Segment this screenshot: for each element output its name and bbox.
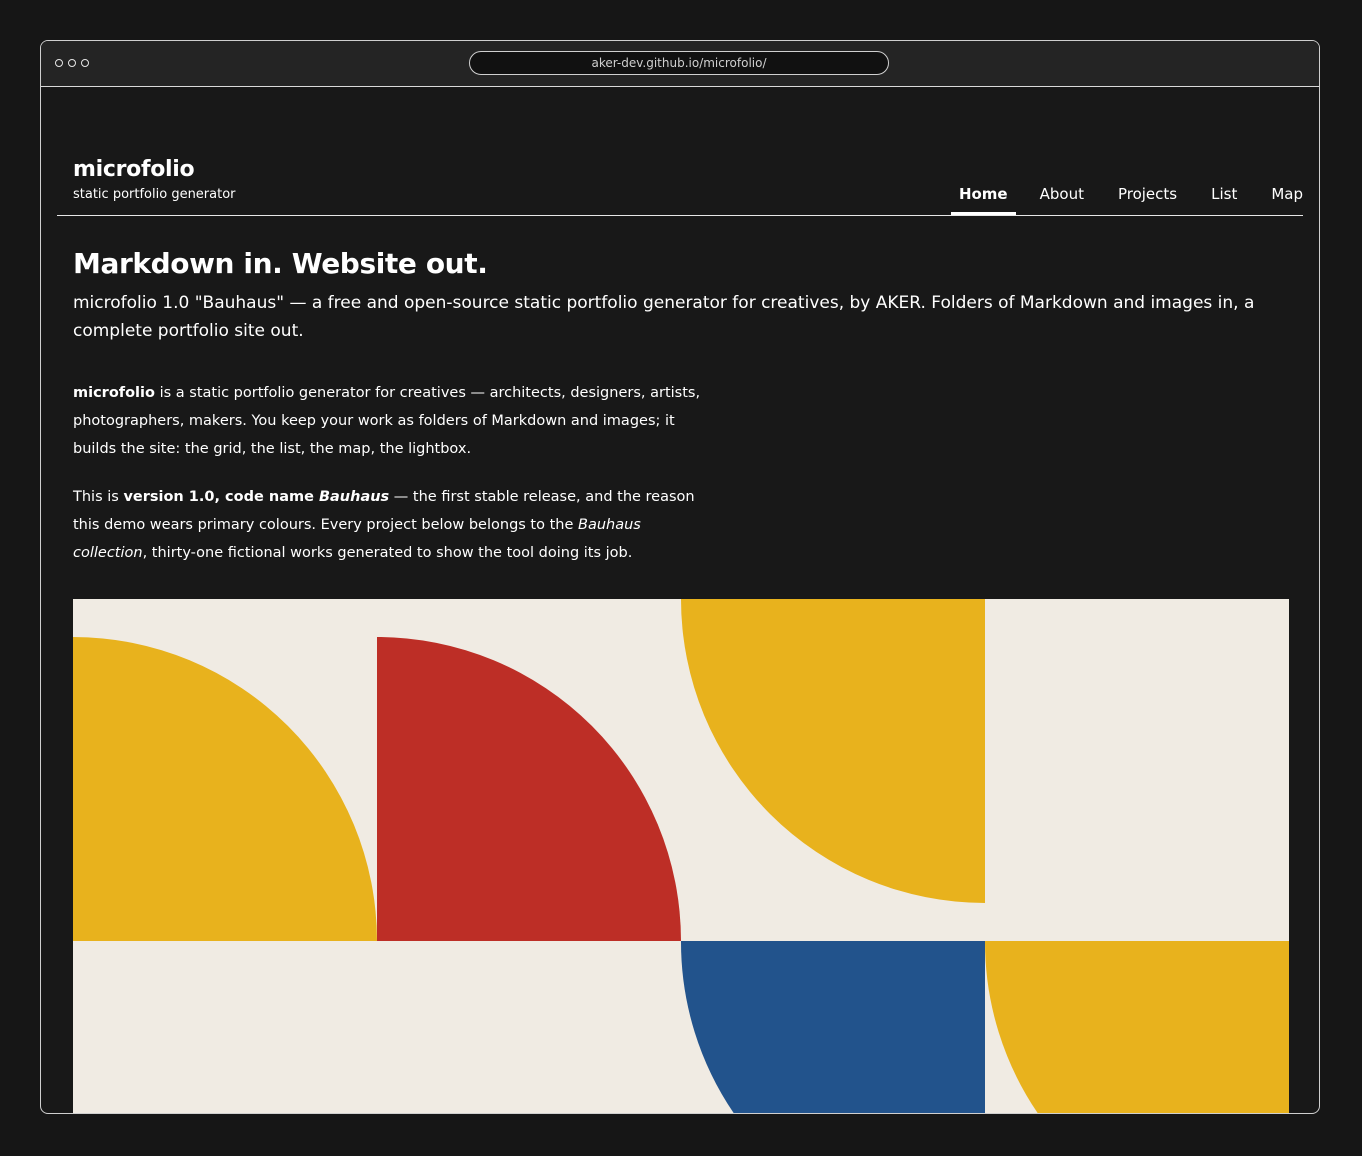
nav-item-projects[interactable]: Projects bbox=[1101, 179, 1194, 215]
intro-text-1: is a static portfolio generator for crea… bbox=[73, 385, 701, 457]
address-bar[interactable]: aker-dev.github.io/microfolio/ bbox=[469, 51, 889, 75]
site-header: microfolio static portfolio generator Ho… bbox=[57, 157, 1303, 216]
site-title[interactable]: microfolio bbox=[73, 157, 236, 183]
main-content: Markdown in. Website out. microfolio 1.0… bbox=[73, 247, 1289, 587]
intro-product-name: microfolio bbox=[73, 385, 155, 401]
window-dot-icon[interactable] bbox=[68, 59, 76, 67]
main-nav: Home About Projects List Map bbox=[950, 179, 1303, 215]
window-controls bbox=[55, 59, 89, 67]
intro-paragraph-2: This is version 1.0, code name Bauhaus —… bbox=[73, 483, 713, 567]
intro-codename: Bauhaus bbox=[318, 489, 390, 505]
page-viewport: microfolio static portfolio generator Ho… bbox=[41, 87, 1319, 1113]
hero-mosaic bbox=[73, 599, 1289, 1113]
site-subtitle: static portfolio generator bbox=[73, 187, 236, 202]
intro-version: version 1.0, code name Bauhaus bbox=[123, 489, 390, 505]
browser-chrome: aker-dev.github.io/microfolio/ bbox=[41, 41, 1319, 87]
browser-window: aker-dev.github.io/microfolio/ microfoli… bbox=[40, 40, 1320, 1114]
window-dot-icon[interactable] bbox=[81, 59, 89, 67]
mosaic-tile-yellow-arc-2 bbox=[984, 941, 1289, 1113]
mosaic-tile-blue-arc bbox=[680, 941, 985, 1113]
window-dot-icon[interactable] bbox=[55, 59, 63, 67]
nav-item-map[interactable]: Map bbox=[1254, 179, 1303, 215]
brand[interactable]: microfolio static portfolio generator bbox=[73, 157, 236, 203]
hero-lead: microfolio 1.0 "Bauhaus" — a free and op… bbox=[73, 293, 1255, 341]
intro-text-2c: , thirty-one fictional works generated t… bbox=[142, 545, 633, 561]
mosaic-artwork bbox=[73, 599, 1289, 1113]
intro-text-2a: This is bbox=[73, 489, 124, 505]
intro-paragraph-1: microfolio is a static portfolio generat… bbox=[73, 379, 713, 463]
nav-item-list[interactable]: List bbox=[1194, 179, 1254, 215]
hero-heading: Markdown in. Website out. bbox=[73, 247, 488, 280]
intro-text: microfolio is a static portfolio generat… bbox=[73, 379, 713, 567]
nav-item-about[interactable]: About bbox=[1023, 179, 1101, 215]
nav-item-home[interactable]: Home bbox=[950, 179, 1016, 215]
